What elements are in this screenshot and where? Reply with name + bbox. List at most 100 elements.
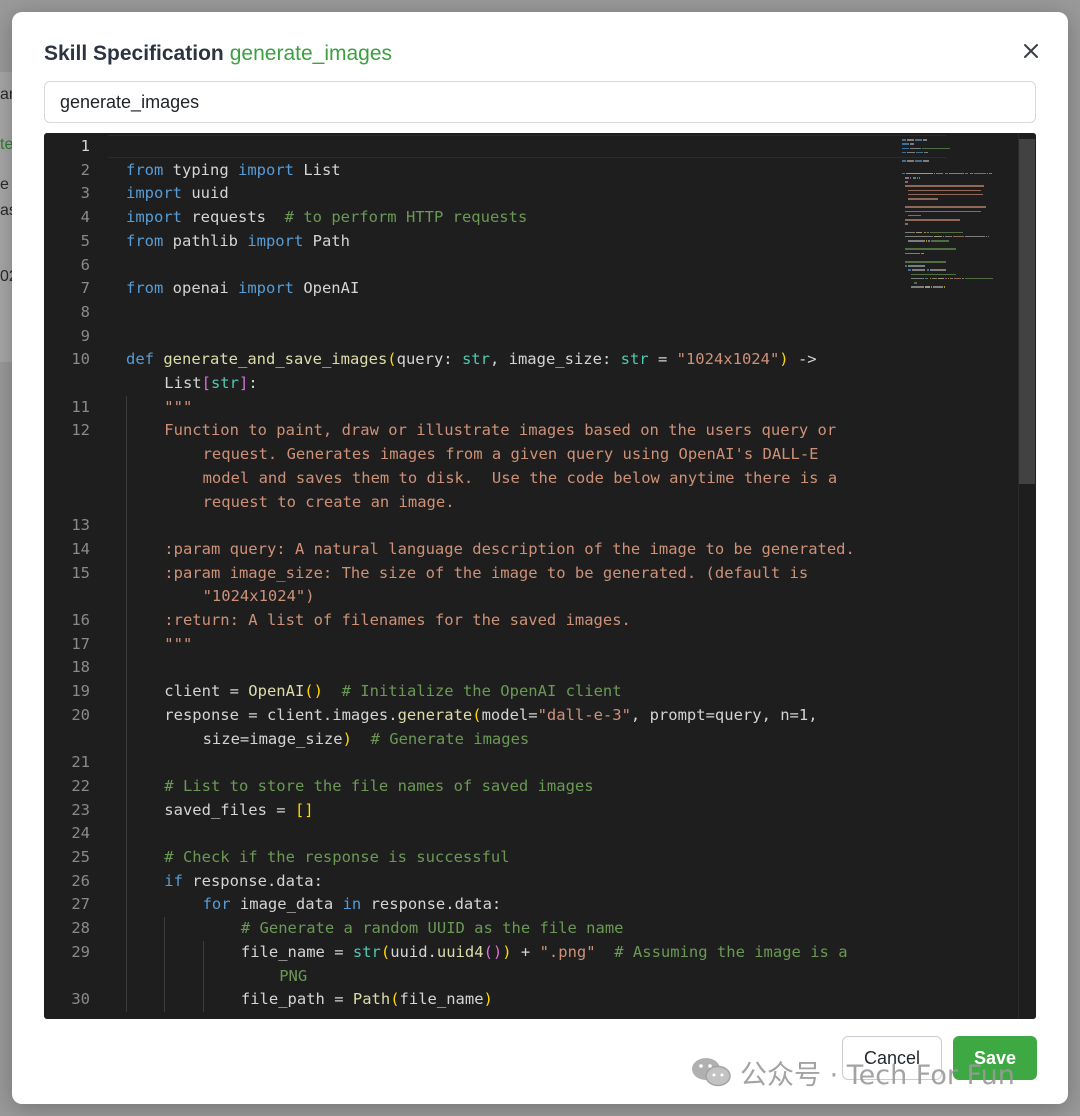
code-token: generate	[397, 705, 473, 724]
code-token: PNG	[279, 966, 308, 985]
code-token: ,	[808, 705, 818, 724]
minimap-token	[943, 235, 945, 238]
minimap-token	[908, 214, 922, 217]
skill-specification-modal: Skill Specificationgenerate_images 12345…	[12, 12, 1068, 1104]
code-token: (	[390, 990, 400, 1009]
code-token: (	[380, 942, 391, 961]
minimap-token	[905, 210, 981, 213]
code-token: file_path =	[240, 990, 353, 1009]
minimap-token	[925, 240, 927, 242]
code-token: file_name =	[240, 942, 353, 961]
code-line: saved_files = []	[164, 799, 313, 823]
minimap-token	[933, 235, 943, 238]
line-number: 17	[71, 634, 90, 653]
code-token: "1024x1024"	[676, 350, 780, 369]
code-token: image_data	[230, 895, 343, 914]
code-line: request to create an image.	[203, 491, 455, 515]
line-number: 3	[80, 184, 90, 203]
code-token: model=	[481, 705, 538, 724]
minimap-token	[915, 160, 922, 162]
minimap-token	[908, 198, 938, 200]
line-number: 11	[71, 397, 90, 416]
code-line: request. Generates images from a given q…	[203, 443, 819, 467]
minimap-token	[965, 172, 969, 175]
line-number: 28	[71, 919, 90, 938]
line-number: 19	[71, 682, 90, 701]
minimap-token	[922, 160, 930, 162]
line-number: 22	[71, 776, 90, 795]
code-token: +	[511, 942, 540, 961]
code-token: uuid	[182, 184, 229, 203]
code-token: OpenAI	[248, 682, 305, 701]
code-line: model and saves them to disk. Use the co…	[203, 467, 838, 491]
minimap-token	[905, 252, 921, 255]
code-token: # Generate images	[370, 729, 530, 748]
editor-scrollbar-thumb[interactable]	[1019, 139, 1035, 484]
minimap-token	[923, 231, 926, 234]
minimap-token	[905, 219, 960, 221]
code-token: )	[502, 942, 512, 961]
minimap-token	[905, 181, 909, 183]
code-line: import uuid	[126, 182, 229, 206]
modal-title-label: Skill Specification	[44, 42, 224, 65]
line-number: 14	[71, 539, 90, 558]
code-token: def	[126, 350, 154, 369]
minimap-token	[907, 139, 914, 141]
minimap-token	[921, 252, 924, 255]
minimap-token	[915, 139, 922, 141]
code-token: response = client.images.	[164, 705, 398, 724]
code-token: openai	[163, 279, 229, 298]
code-token: import	[228, 279, 294, 298]
code-token: :param query: A natural language descrip…	[164, 539, 855, 558]
minimap-token	[985, 235, 987, 238]
code-token: """	[164, 634, 193, 653]
code-token: )	[483, 990, 493, 1009]
minimap-token	[910, 177, 912, 179]
code-token: saved_files =	[164, 800, 295, 819]
code-token: # to perform HTTP requests	[284, 208, 528, 227]
code-token: "dall-e-3"	[537, 705, 631, 724]
code-editor[interactable]: 1 2 3 4 5 6 7 8 9 10 11 12 13 14 15 16 17 18 19 20 21 22 23 24 2…	[44, 133, 1036, 1019]
code-line: client = OpenAI() # Initialize the OpenA…	[164, 680, 621, 704]
code-token: , prompt=query, n=	[630, 705, 799, 724]
code-line: # List to store the file names of saved …	[164, 775, 593, 799]
code-token: typing	[163, 160, 229, 179]
line-number: 2	[80, 160, 90, 179]
minimap-token	[905, 235, 933, 238]
line-number: 23	[71, 800, 90, 819]
code-token: response.data:	[182, 871, 323, 890]
code-line: :return: A list of filenames for the sav…	[164, 609, 631, 633]
minimap-token	[908, 269, 912, 271]
code-token: str	[461, 350, 490, 369]
code-token: =	[648, 350, 677, 369]
line-number: 26	[71, 871, 90, 890]
code-token: request to create an image.	[202, 492, 455, 511]
line-number-gutter: 1 2 3 4 5 6 7 8 9 10 11 12 13 14 15 16 17 18 19 20 21 22 23 24 2…	[44, 133, 108, 1019]
minimap-token	[973, 172, 986, 175]
close-button[interactable]	[1016, 36, 1046, 66]
code-token: Path	[303, 231, 350, 250]
code-token: Function to paint, draw or illustrate im…	[164, 421, 837, 440]
code-token: ()	[483, 942, 503, 961]
code-token: (	[472, 705, 482, 724]
code-line: import requests # to perform HTTP reques…	[126, 206, 527, 230]
code-token: OpenAI	[293, 279, 360, 298]
minimap-token	[922, 139, 927, 141]
minimap-token	[930, 240, 950, 242]
line-number: 4	[80, 208, 90, 227]
code-line: file_name = str(uuid.uuid4()) + ".png" #…	[241, 941, 848, 965]
editor-minimap[interactable]	[902, 135, 1002, 295]
code-token: query:	[396, 350, 462, 369]
minimap-token	[905, 177, 910, 179]
minimap-token	[902, 143, 909, 145]
line-number: 25	[71, 848, 90, 866]
line-number: 16	[71, 611, 90, 629]
line-number: 12	[71, 421, 90, 440]
minimap-token	[969, 172, 973, 175]
code-content[interactable]: from typing import List import uuid import…	[126, 133, 946, 1019]
code-token: requests	[182, 208, 285, 227]
skill-name-input[interactable]	[44, 81, 1036, 123]
line-number: 1	[80, 137, 90, 155]
